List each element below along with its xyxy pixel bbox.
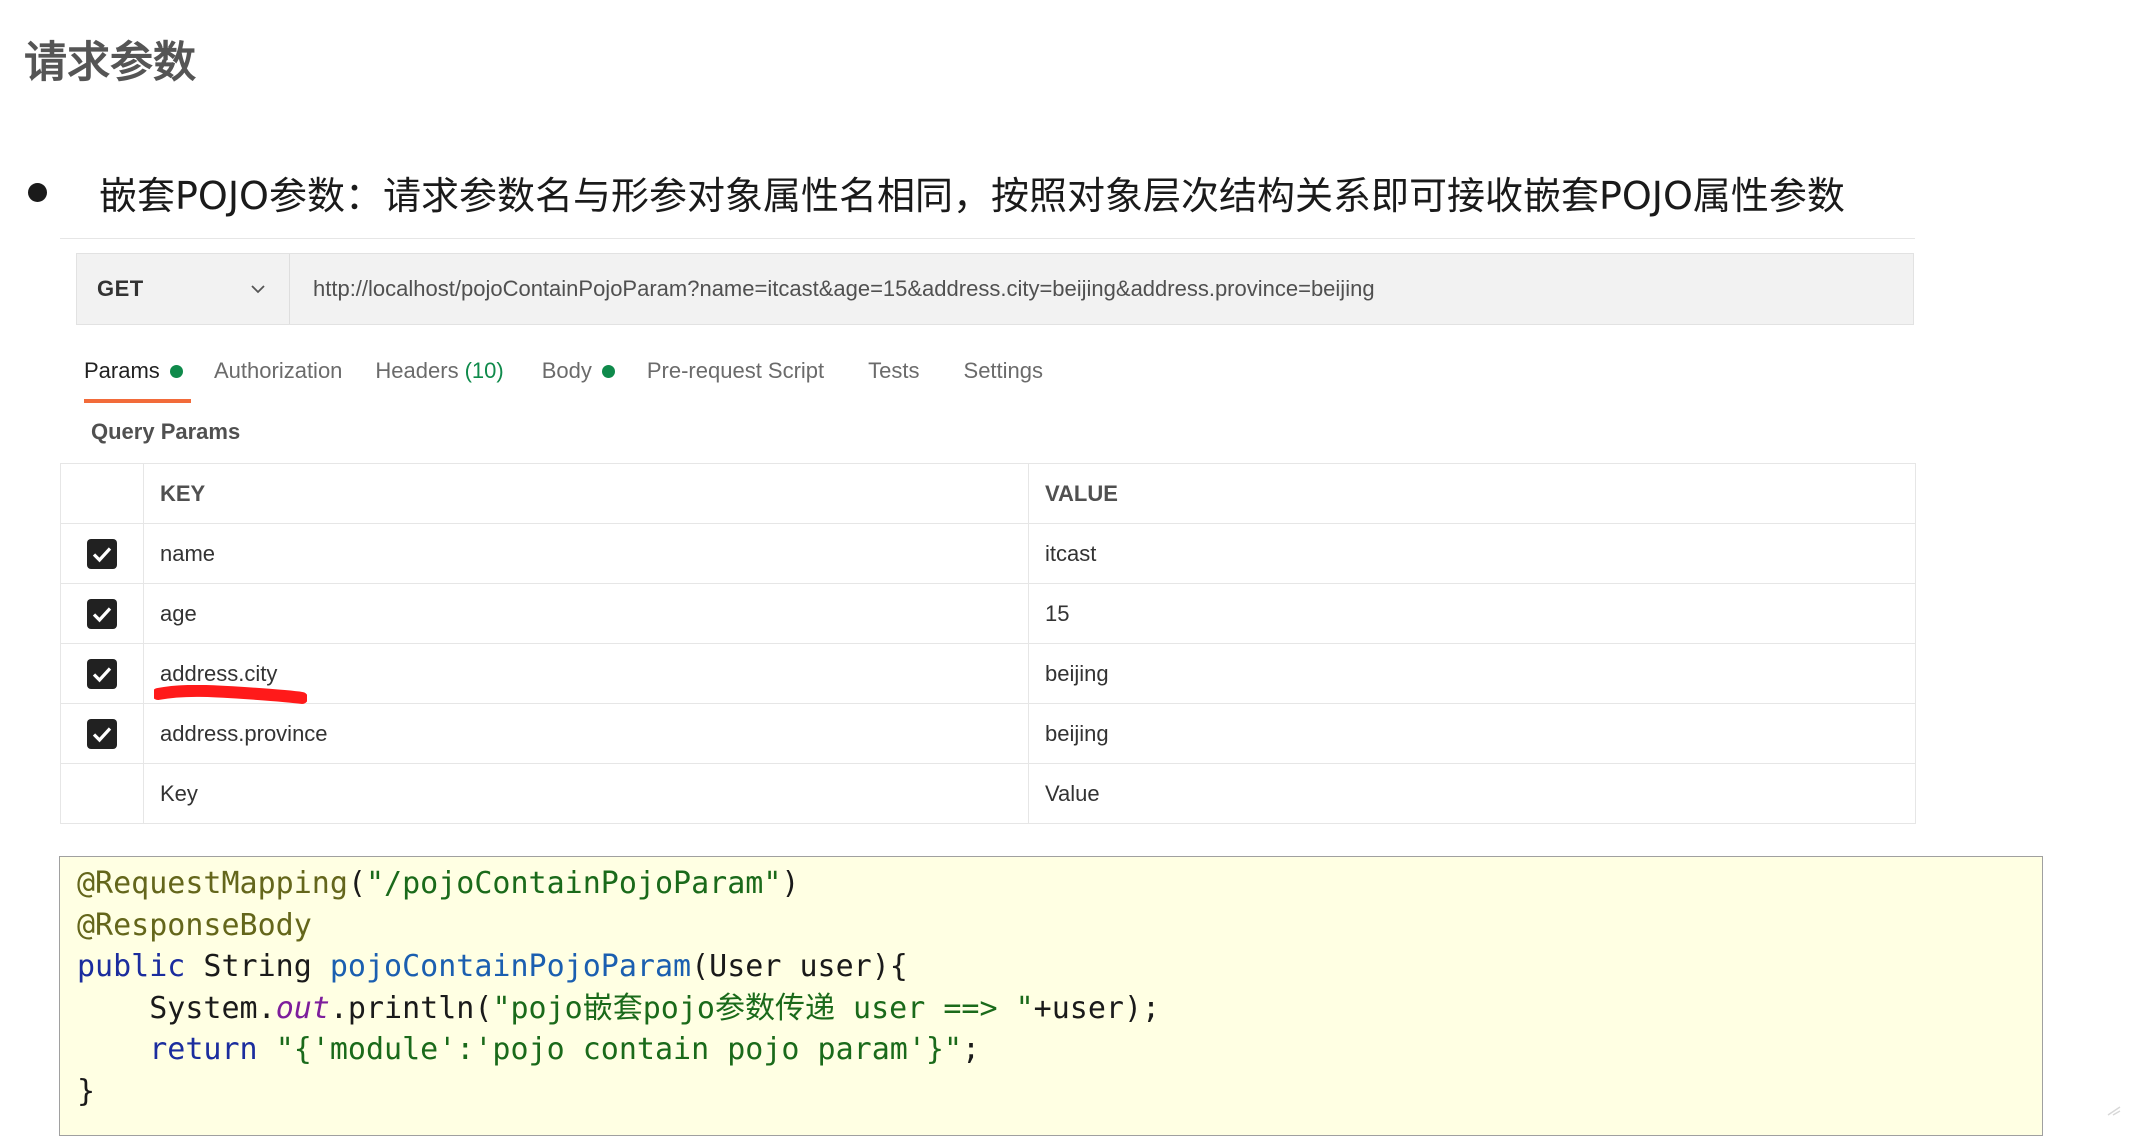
tab-headers[interactable]: Headers (10)	[375, 339, 503, 403]
key-column-header: KEY	[143, 463, 1029, 524]
checkmark-icon	[92, 606, 112, 622]
red-underline-annotation	[154, 684, 307, 704]
checkmark-icon	[92, 546, 112, 562]
method-label: GET	[97, 276, 144, 301]
code-token: return	[149, 1032, 258, 1067]
new-key-input[interactable]: Key	[143, 763, 1029, 824]
key-text-highlighted: address.city	[154, 660, 307, 704]
tab-body[interactable]: Body	[542, 339, 615, 403]
tab-label: Params	[84, 358, 160, 383]
tab-authorization[interactable]: Authorization	[214, 339, 342, 403]
code-token: +user);	[1033, 990, 1161, 1026]
code-token: (	[347, 866, 366, 901]
row-checkbox[interactable]	[87, 538, 117, 569]
request-bar: GET	[76, 253, 1914, 325]
value-cell[interactable]: itcast	[1028, 523, 1916, 584]
query-params-table: KEY VALUE name itcast age 15 address.cit…	[60, 463, 1916, 824]
method-select[interactable]: GET	[77, 254, 290, 324]
code-token: @ResponseBody	[77, 907, 312, 943]
key-cell[interactable]: name	[143, 523, 1029, 584]
checkbox-cell	[60, 763, 144, 824]
row-checkbox[interactable]	[87, 718, 117, 749]
checkmark-icon	[92, 666, 112, 682]
tab-settings[interactable]: Settings	[964, 339, 1044, 403]
status-dot-icon	[169, 364, 183, 378]
key-cell[interactable]: age	[143, 583, 1029, 644]
key-text: address.city	[160, 660, 278, 686]
code-token: (User user){	[691, 949, 908, 984]
corner-resize-icon	[2107, 1106, 2121, 1116]
tab-label: Settings	[963, 358, 1044, 383]
code-token: public	[77, 949, 186, 984]
checkbox-column-header	[60, 463, 144, 524]
table-row-empty: Key Value	[60, 763, 1916, 824]
row-checkbox[interactable]	[87, 658, 117, 689]
code-token: "pojo嵌套pojo参数传递 user ==> "	[492, 990, 1034, 1026]
code-token: "/pojoContainPojoParam"	[366, 866, 782, 901]
code-token: )	[781, 866, 800, 901]
code-token: @RequestMapping	[77, 866, 348, 901]
code-token: .println(	[329, 990, 493, 1026]
table-row: name itcast	[60, 523, 1916, 584]
code-token: out	[275, 990, 330, 1026]
code-token: System.	[77, 990, 276, 1026]
tab-label: Pre-request Script	[646, 358, 825, 383]
tab-pre-request-script[interactable]: Pre-request Script	[647, 339, 824, 403]
tab-label: Authorization	[214, 358, 343, 383]
slide-title: 请求参数	[24, 38, 196, 88]
query-params-label: Query Params	[91, 419, 241, 444]
new-value-input[interactable]: Value	[1028, 763, 1916, 824]
tab-label: Body	[541, 358, 592, 383]
code-token: }	[77, 1073, 96, 1109]
checkbox-cell	[60, 583, 144, 644]
url-input[interactable]	[290, 254, 1913, 324]
table-header-row: KEY VALUE	[60, 463, 1916, 524]
tab-tests[interactable]: Tests	[868, 339, 919, 403]
request-tabs: Params Authorization Headers (10) Body P…	[84, 339, 1043, 403]
tab-params[interactable]: Params	[84, 339, 191, 403]
code-token: "{'module':'pojo contain pojo param'}"	[275, 1032, 963, 1067]
status-dot-icon	[601, 364, 615, 378]
code-token: ;	[962, 1032, 981, 1067]
row-checkbox[interactable]	[87, 598, 117, 629]
table-row: address.province beijing	[60, 703, 1916, 764]
checkbox-cell	[60, 523, 144, 584]
checkbox-cell	[60, 703, 144, 764]
headers-count-badge: (10)	[464, 358, 504, 383]
tab-label: Tests	[868, 358, 920, 383]
table-row: age 15	[60, 583, 1916, 644]
bullet-point: 嵌套POJO参数：请求参数名与形参对象属性名相同，按照对象层次结构关系即可接收嵌…	[28, 165, 1845, 220]
value-cell[interactable]: beijing	[1028, 703, 1916, 764]
code-token: String	[185, 949, 330, 984]
value-cell[interactable]: beijing	[1028, 643, 1916, 704]
key-cell[interactable]: address.city	[143, 643, 1029, 704]
code-token: pojoContainPojoParam	[329, 949, 692, 984]
bullet-dot-icon	[28, 183, 47, 202]
checkbox-cell	[60, 643, 144, 704]
value-cell[interactable]: 15	[1028, 583, 1916, 644]
postman-request-panel: GET Params Authorization Headers (10) Bo…	[60, 238, 1916, 833]
value-column-header: VALUE	[1028, 463, 1916, 524]
tab-label: Headers	[375, 358, 459, 383]
code-content: @RequestMapping("/pojoContainPojoParam")…	[60, 857, 2042, 1112]
chevron-down-icon	[251, 284, 265, 294]
bullet-text: 嵌套POJO参数：请求参数名与形参对象属性名相同，按照对象层次结构关系即可接收嵌…	[99, 174, 1845, 218]
code-block: @RequestMapping("/pojoContainPojoParam")…	[59, 856, 2043, 1136]
key-cell[interactable]: address.province	[143, 703, 1029, 764]
table-row: address.city beijing	[60, 643, 1916, 704]
checkmark-icon	[92, 726, 112, 742]
